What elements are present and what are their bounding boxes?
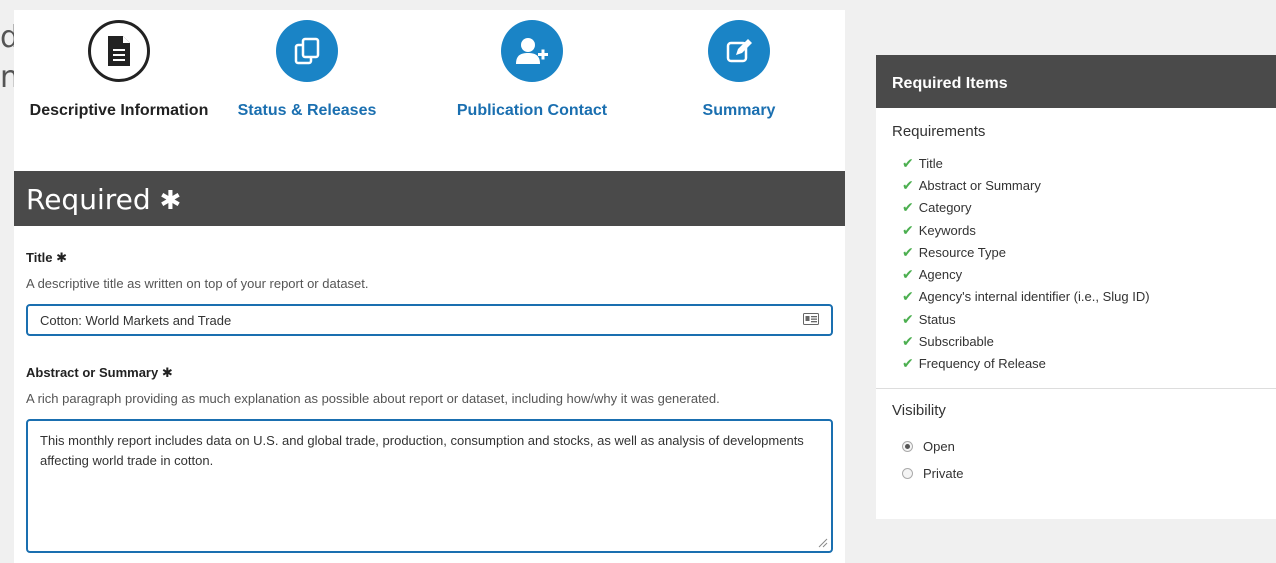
radio-button[interactable]: [902, 440, 913, 452]
requirement-item: ✔ Subscribable: [902, 330, 1276, 352]
step-label: Status & Releases: [237, 102, 377, 119]
section-title: Required: [26, 183, 151, 216]
radio-label: Private: [923, 465, 964, 481]
check-icon: ✔: [902, 154, 914, 171]
requirement-label: Subscribable: [918, 334, 994, 350]
requirement-label: Frequency of Release: [918, 356, 1046, 372]
wizard-steps: Descriptive Information Status & Release…: [14, 10, 845, 171]
check-icon: ✔: [902, 221, 914, 238]
step-status-releases[interactable]: Status & Releases: [202, 20, 412, 121]
requirement-label: Status: [918, 311, 956, 327]
document-icon: [88, 20, 150, 82]
add-user-icon: [501, 20, 563, 82]
required-star-icon: ✱: [159, 186, 182, 216]
requirement-item: ✔ Status: [902, 308, 1276, 330]
abstract-label-text: Abstract or Summary: [26, 365, 159, 380]
requirement-label: Keywords: [918, 222, 976, 238]
required-star-icon: ✱: [56, 250, 68, 265]
title-label-text: Title: [26, 250, 53, 265]
step-label: Summary: [702, 102, 776, 119]
radio-label: Open: [923, 438, 955, 454]
requirements-title: Requirements: [892, 123, 986, 140]
requirement-item: ✔ Title: [902, 152, 1276, 174]
check-icon: ✔: [902, 176, 914, 193]
title-help-text: A descriptive title as written on top of…: [26, 276, 369, 291]
radio-button[interactable]: [902, 467, 913, 479]
title-input[interactable]: Cotton: World Markets and Trade: [26, 304, 833, 336]
requirement-label: Category: [918, 200, 972, 216]
requirement-item: ✔ Resource Type: [902, 241, 1276, 263]
abstract-textarea-value: This monthly report includes data on U.S…: [40, 433, 804, 468]
section-header: Required ✱: [14, 171, 845, 226]
requirement-item: ✔ Category: [902, 197, 1276, 219]
step-label: Descriptive Information: [29, 102, 209, 119]
abstract-label: Abstract or Summary ✱: [26, 365, 833, 381]
copy-icon: [276, 20, 338, 82]
visibility-option-open[interactable]: Open: [876, 433, 1276, 460]
check-icon: ✔: [902, 333, 914, 350]
requirement-label: Agency: [918, 267, 963, 283]
requirement-item: ✔ Abstract or Summary: [902, 174, 1276, 196]
edit-icon: [708, 20, 770, 82]
abstract-help-text: A rich paragraph providing as much expla…: [26, 391, 720, 406]
requirement-label: Resource Type: [918, 244, 1006, 260]
visibility-option-private[interactable]: Private: [876, 460, 1276, 487]
title-input-value: Cotton: World Markets and Trade: [40, 312, 232, 328]
check-icon: ✔: [902, 310, 914, 327]
visibility-title: Visibility: [892, 401, 946, 419]
contact-card-icon: [803, 312, 819, 328]
check-icon: ✔: [902, 288, 914, 305]
form-card: Descriptive Information Status & Release…: [14, 10, 845, 563]
requirement-item: ✔ Agency's internal identifier (i.e., Slu…: [902, 286, 1276, 308]
required-items-panel: Required Items Requirements ✔ Title ✔ Abst…: [876, 55, 1276, 519]
requirements-list: ✔ Title ✔ Abstract or Summary ✔ Category ✔ K…: [876, 152, 1276, 375]
requirement-item: ✔ Keywords: [902, 219, 1276, 241]
form-body: Title ✱ A descriptive title as written o…: [14, 250, 845, 553]
resize-handle-icon[interactable]: [818, 538, 828, 548]
check-icon: ✔: [902, 199, 914, 216]
check-icon: ✔: [902, 266, 914, 283]
requirement-item: ✔ Frequency of Release: [902, 353, 1276, 375]
check-icon: ✔: [902, 355, 914, 372]
check-icon: ✔: [902, 243, 914, 260]
panel-title: Required Items: [876, 55, 1276, 108]
requirement-label: Title: [918, 155, 943, 171]
step-descriptive-information[interactable]: Descriptive Information: [14, 20, 224, 121]
step-summary[interactable]: Summary: [634, 20, 844, 121]
requirement-label: Abstract or Summary: [918, 177, 1041, 193]
required-star-icon: ✱: [161, 365, 173, 380]
step-publication-contact[interactable]: Publication Contact: [427, 20, 637, 121]
abstract-textarea[interactable]: This monthly report includes data on U.S…: [26, 419, 833, 553]
requirement-item: ✔ Agency: [902, 263, 1276, 285]
requirement-label: Agency's internal identifier (i.e., Slug…: [918, 289, 1150, 305]
step-label: Publication Contact: [456, 102, 608, 119]
title-label: Title ✱: [26, 250, 833, 266]
